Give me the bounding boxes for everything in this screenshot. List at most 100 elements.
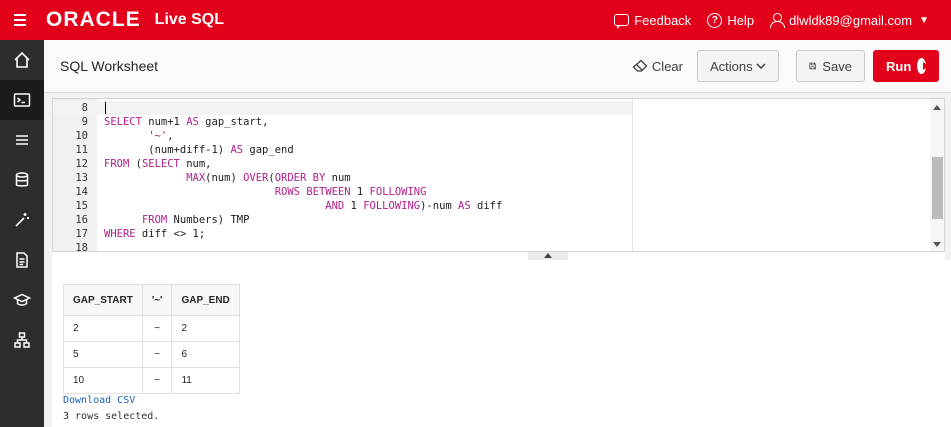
graduation-cap-icon [13,293,31,306]
code-text: FROM Numbers) TMP [141,214,250,226]
code-line[interactable]: 17 WHERE diff <> 1; [53,227,633,241]
clear-label: Clear [651,58,683,74]
user-menu[interactable]: dlwldk89@gmail.com ▼ [770,13,929,28]
table-row: 10 ~ 11 [63,367,240,394]
save-label: Save [822,58,852,74]
code-lines[interactable]: 8 9 SELECT num+1 AS gap_start, 10 '~', 11… [53,101,633,251]
feedback-icon [614,14,630,29]
code-text: '~', [148,130,174,142]
column-header: GAP_END [171,284,240,316]
pane-splitter[interactable] [52,252,945,260]
save-button[interactable]: Save [796,50,865,82]
oracle-logo[interactable]: ORACLE [46,8,141,32]
sidebar-item-home[interactable] [0,40,44,80]
download-csv-link[interactable]: Download CSV [63,395,135,406]
code-line[interactable]: 13 MAX(num) OVER(ORDER BY num [53,171,633,185]
table-cell: 11 [171,367,240,394]
code-line[interactable]: 18 [53,241,633,251]
line-number: 11 [75,144,88,156]
scroll-down-icon[interactable] [933,242,941,247]
code-line[interactable]: 16 FROM Numbers) TMP [53,213,633,227]
code-line[interactable]: 11 (num+diff-1) AS gap_end [53,143,633,157]
home-icon [14,51,30,68]
line-number: 14 [75,186,88,198]
print-margin [632,99,633,251]
play-icon [917,58,929,74]
scroll-up-icon[interactable] [933,105,941,110]
results-pane: GAP_START '~' GAP_END 2 ~ 2 5 ~ 6 10 ~ 1… [52,260,951,427]
code-text: FROM (SELECT num, [104,158,212,170]
table-cell: ~ [141,315,173,342]
code-line[interactable]: 12 FROM (SELECT num, [53,157,633,171]
scrollbar-thumb[interactable] [932,157,943,219]
code-editor[interactable]: 8 9 SELECT num+1 AS gap_start, 10 '~', 11… [52,98,945,252]
magic-wand-icon [15,213,29,227]
code-line[interactable]: 15 AND 1 FOLLOWING)-num AS diff [53,199,633,213]
table-cell: ~ [141,367,173,394]
code-line[interactable]: 8 [53,101,633,115]
line-number: 17 [75,228,88,240]
code-line[interactable]: 14 ROWS BETWEEN 1 FOLLOWING [53,185,633,199]
line-number: 12 [75,158,88,170]
chevron-down-icon [756,63,766,69]
help-icon: ? [707,12,723,28]
table-row: 5 ~ 6 [63,341,240,368]
results-table: GAP_START '~' GAP_END 2 ~ 2 5 ~ 6 10 ~ 1… [63,284,240,394]
code-text: SELECT num+1 AS gap_start, [104,116,269,128]
collapse-handle-icon[interactable] [528,252,568,260]
worksheet-header: SQL Worksheet Clear Actions Save Run [44,40,951,93]
line-number: 15 [75,200,88,212]
eraser-icon [632,59,648,72]
save-icon [809,62,816,70]
code-text: (num+diff-1) AS gap_end [104,144,294,156]
table-cell: ~ [141,341,173,368]
product-name[interactable]: Live SQL [155,11,224,29]
sidebar-item-my-tutorials[interactable] [0,240,44,280]
code-text: AND 1 FOLLOWING)-num AS diff [325,200,503,212]
help-link[interactable]: ? Help [707,12,755,28]
schema-icon [14,332,30,348]
editor-scrollbar[interactable] [930,99,944,251]
sidebar-item-schema[interactable] [0,160,44,200]
page-title: SQL Worksheet [60,58,159,74]
feedback-label: Feedback [634,12,692,28]
table-cell: 10 [63,367,143,394]
line-number: 16 [75,214,88,226]
code-text: WHERE diff <> 1; [104,228,206,240]
user-icon [770,13,786,28]
sidebar-item-code-library[interactable] [0,280,44,320]
code-text: MAX(num) OVER(ORDER BY num [186,172,351,184]
sidebar-item-data-modeler[interactable] [0,320,44,360]
database-icon [15,172,29,187]
menu-icon[interactable] [0,0,40,40]
table-row: 2 ~ 2 [63,315,240,342]
table-cell: 2 [63,315,143,342]
line-number: 13 [75,172,88,184]
code-text: ROWS BETWEEN 1 FOLLOWING [274,186,427,198]
user-email: dlwldk89@gmail.com [789,12,913,28]
code-line[interactable]: 10 '~', [53,129,633,143]
sidebar-item-sql-worksheet[interactable] [0,80,44,120]
top-bar: ORACLE Live SQL Feedback ? Help dlwldk89… [0,0,951,40]
row-count-text: 3 rows selected. [63,411,160,422]
line-number: 9 [81,116,88,128]
actions-menu-button[interactable]: Actions [697,50,779,82]
table-cell: 2 [171,315,240,342]
run-button[interactable]: Run [873,50,939,82]
table-cell: 5 [63,341,143,368]
list-icon [16,135,28,145]
terminal-icon [13,93,31,107]
line-number: 10 [75,130,88,142]
line-number: 8 [81,102,88,114]
help-label: Help [727,12,755,28]
sidebar-item-quick-sql[interactable] [0,200,44,240]
sidebar-item-my-scripts[interactable] [0,120,44,160]
feedback-link[interactable]: Feedback [614,12,692,29]
code-line[interactable]: 9 SELECT num+1 AS gap_start, [53,115,633,129]
document-icon [16,252,28,268]
table-cell: 6 [171,341,240,368]
text-cursor [105,102,106,114]
clear-button[interactable]: Clear [632,59,683,74]
